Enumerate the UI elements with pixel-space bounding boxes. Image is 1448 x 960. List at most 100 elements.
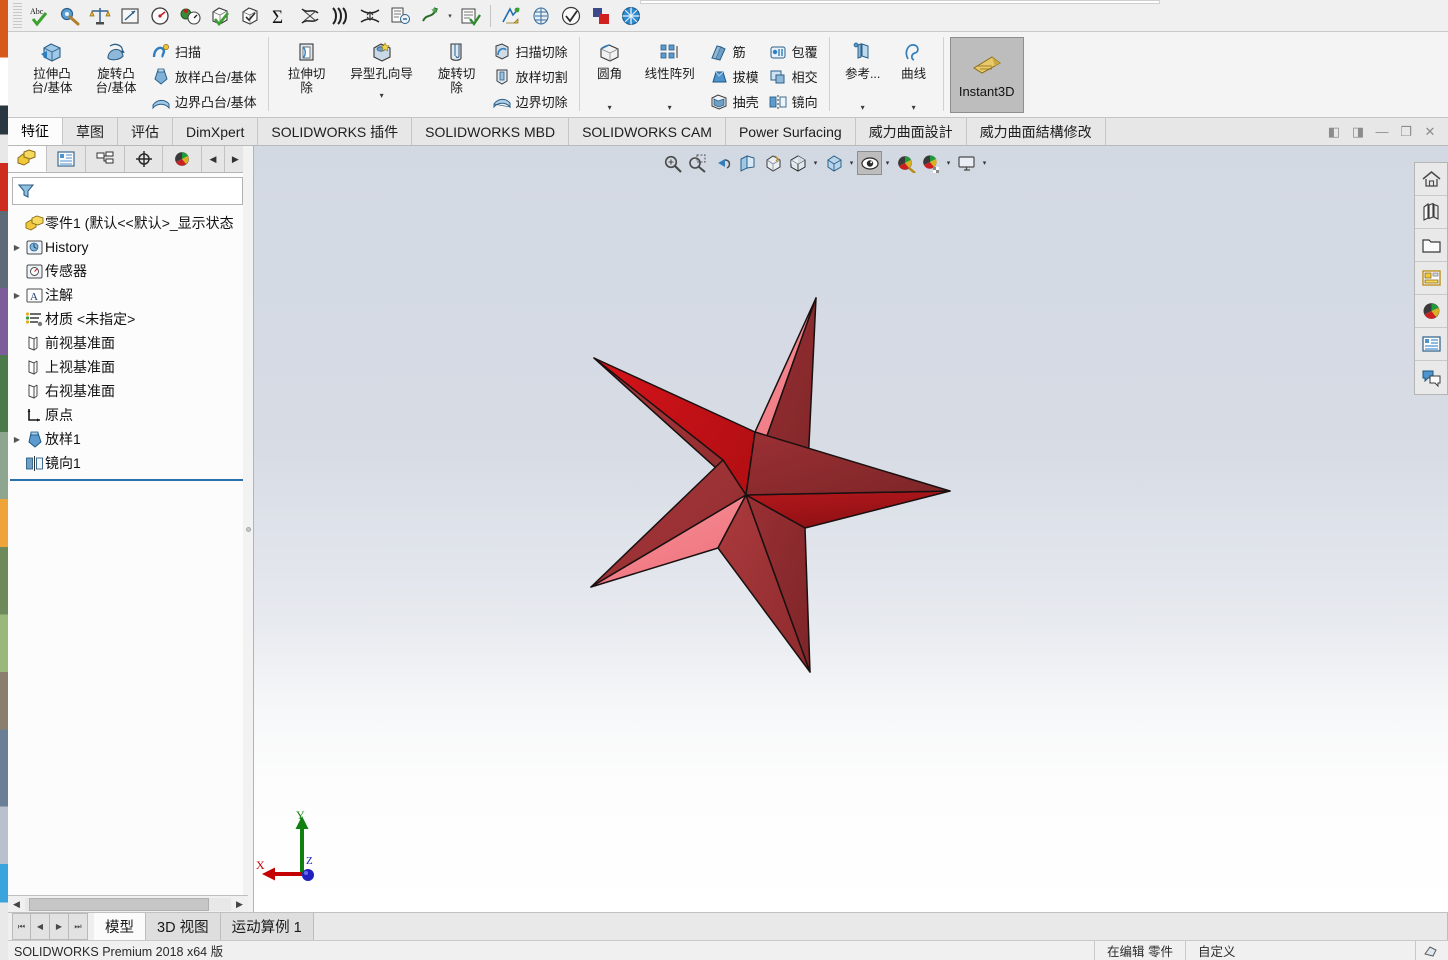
hscroll-track[interactable] (25, 897, 231, 911)
zoom-to-fit-icon[interactable] (660, 151, 685, 175)
solidworks-resources-icon[interactable] (1415, 163, 1447, 196)
geometry-analysis-icon[interactable] (235, 2, 265, 30)
flow-simulation-icon[interactable] (526, 2, 556, 30)
appearances-icon[interactable] (918, 151, 943, 175)
custom-properties-icon[interactable] (1415, 328, 1447, 361)
tree-item-mirror1[interactable]: 镜向1 (10, 451, 247, 475)
panel-left-button[interactable]: ◧ (1322, 118, 1346, 145)
viewport-layout-icon[interactable] (954, 151, 979, 175)
feature-tree-tab[interactable] (8, 146, 47, 172)
tab-last-button[interactable]: ⏭ (69, 913, 88, 940)
extrude-boss-button[interactable]: 拉伸凸 台/基体 (20, 35, 84, 95)
expand-arrow[interactable]: ▶ (10, 435, 24, 444)
view-settings-caret[interactable]: ▾ (882, 159, 893, 167)
previous-view-icon[interactable] (710, 151, 735, 175)
tab-solidworks-addins[interactable]: SOLIDWORKS 插件 (258, 118, 413, 145)
tab-power-surfacing[interactable]: Power Surfacing (725, 118, 856, 145)
fillet-button[interactable]: 圆角 (586, 35, 634, 81)
loft-button[interactable]: 放样凸台/基体 (148, 64, 263, 89)
hide-show-items-caret[interactable]: ▾ (846, 159, 857, 167)
loft-cut-button[interactable]: 放样切割 (489, 64, 574, 89)
revolve-boss-button[interactable]: 旋转凸 台/基体 (84, 35, 148, 95)
curvature-icon[interactable] (295, 2, 325, 30)
instant3d-button[interactable]: Instant3D (949, 37, 1024, 113)
appearances-caret[interactable]: ▾ (943, 159, 954, 167)
tab-prev-button[interactable]: ◀ (31, 913, 50, 940)
configuration-manager-tab[interactable] (86, 146, 125, 172)
tree-item-history[interactable]: ▶ History (10, 235, 247, 259)
tree-item-right-plane[interactable]: 右视基准面 (10, 379, 247, 403)
draft-button[interactable]: 拔模 (706, 64, 765, 89)
tree-item-origin[interactable]: 原点 (10, 403, 247, 427)
section-view-icon[interactable] (735, 151, 760, 175)
curves-caret[interactable]: ▾ (890, 103, 938, 112)
hscroll-thumb[interactable] (29, 897, 209, 911)
appearances-scenes-icon[interactable] (1415, 295, 1447, 328)
hide-show-items-icon[interactable] (821, 151, 846, 175)
statistics-icon[interactable]: Σ (265, 2, 295, 30)
tree-rollback-bar[interactable] (10, 479, 247, 481)
tree-item-top-plane[interactable]: 上视基准面 (10, 355, 247, 379)
fillet-caret[interactable]: ▾ (586, 103, 634, 112)
tree-item-material[interactable]: 材质 <未指定> (10, 307, 247, 331)
bottom-tab-motion-study[interactable]: 运动算例 1 (220, 913, 314, 940)
linear-pattern-caret[interactable]: ▾ (634, 103, 706, 112)
sweep-button[interactable]: 扫描 (148, 39, 263, 64)
tab-dimxpert[interactable]: DimXpert (173, 118, 259, 145)
bottom-tab-3dviews[interactable]: 3D 视图 (146, 913, 221, 940)
boundary-cut-button[interactable]: 边界切除 (489, 89, 574, 114)
wrap-button[interactable]: 包覆 (765, 39, 824, 64)
hscroll-left-arrow[interactable]: ◀ (8, 899, 25, 910)
restore-button[interactable]: ❐ (1394, 118, 1418, 145)
dimxpert-manager-tab[interactable] (125, 146, 164, 172)
view-orientation-icon[interactable] (760, 151, 785, 175)
performance-evaluation-icon[interactable] (175, 2, 205, 30)
hole-wizard-caret[interactable]: ▾ (339, 91, 425, 100)
compare-documents-icon[interactable] (385, 2, 415, 30)
import-diagnostics-icon[interactable] (415, 2, 445, 30)
solidworks-forum-icon[interactable] (1415, 361, 1447, 394)
extrude-cut-button[interactable]: 拉伸切 除 (275, 35, 339, 95)
tab-solidworks-mbd[interactable]: SOLIDWORKS MBD (412, 118, 570, 145)
mass-properties-icon[interactable] (85, 2, 115, 30)
tab-powersurfacing-reengineering[interactable]: 威力曲面結構修改 (966, 118, 1106, 145)
display-style-icon[interactable] (785, 151, 810, 175)
feature-tree-filter[interactable] (12, 177, 243, 205)
status-overlay-icon[interactable] (1415, 940, 1448, 960)
reference-geometry-caret[interactable]: ▾ (836, 103, 890, 112)
simulation-icon[interactable] (496, 2, 526, 30)
view-settings-icon[interactable] (857, 151, 882, 175)
zoom-to-area-icon[interactable] (685, 151, 710, 175)
linear-pattern-button[interactable]: 线性阵列 (634, 35, 706, 81)
expand-arrow[interactable]: ▶ (10, 243, 24, 252)
close-button[interactable]: ✕ (1418, 118, 1442, 145)
tree-item-loft1[interactable]: ▶ 放样1 (10, 427, 247, 451)
panel-splitter[interactable] (243, 146, 254, 912)
boundary-button[interactable]: 边界凸台/基体 (148, 89, 263, 114)
revolve-cut-button[interactable]: 旋转切 除 (425, 35, 489, 95)
sensor-icon[interactable] (145, 2, 175, 30)
shell-button[interactable]: 抽壳 (706, 89, 765, 114)
expand-arrow[interactable]: ▶ (10, 291, 24, 300)
star-model-render[interactable] (254, 146, 1448, 912)
tree-root[interactable]: 零件1 (默认<<默认>_显示状态 (10, 211, 247, 235)
intersect-button[interactable]: 相交 (765, 64, 824, 89)
reference-geometry-button[interactable]: 参考... (836, 35, 890, 81)
fm-prev-button[interactable]: ◀ (202, 146, 225, 172)
section-properties-icon[interactable] (115, 2, 145, 30)
apply-scene-icon[interactable] (893, 151, 918, 175)
panel-right-button[interactable]: ◨ (1346, 118, 1370, 145)
tree-item-annotations[interactable]: ▶ A 注解 (10, 283, 247, 307)
bottom-tab-model[interactable]: 模型 (94, 913, 146, 940)
hscroll-right-arrow[interactable]: ▶ (231, 899, 248, 910)
compare-geometry-icon[interactable] (616, 2, 646, 30)
rib-button[interactable]: 筋 (706, 39, 765, 64)
tab-next-button[interactable]: ▶ (50, 913, 69, 940)
tree-item-front-plane[interactable]: 前视基准面 (10, 331, 247, 355)
minimize-button[interactable]: — (1370, 118, 1394, 145)
design-checker-icon[interactable] (455, 2, 485, 30)
design-library-icon[interactable] (1415, 196, 1447, 229)
display-style-caret[interactable]: ▾ (810, 159, 821, 167)
feature-tree-hscrollbar[interactable]: ◀ ▶ (8, 895, 248, 912)
check-geometry-icon[interactable] (205, 2, 235, 30)
